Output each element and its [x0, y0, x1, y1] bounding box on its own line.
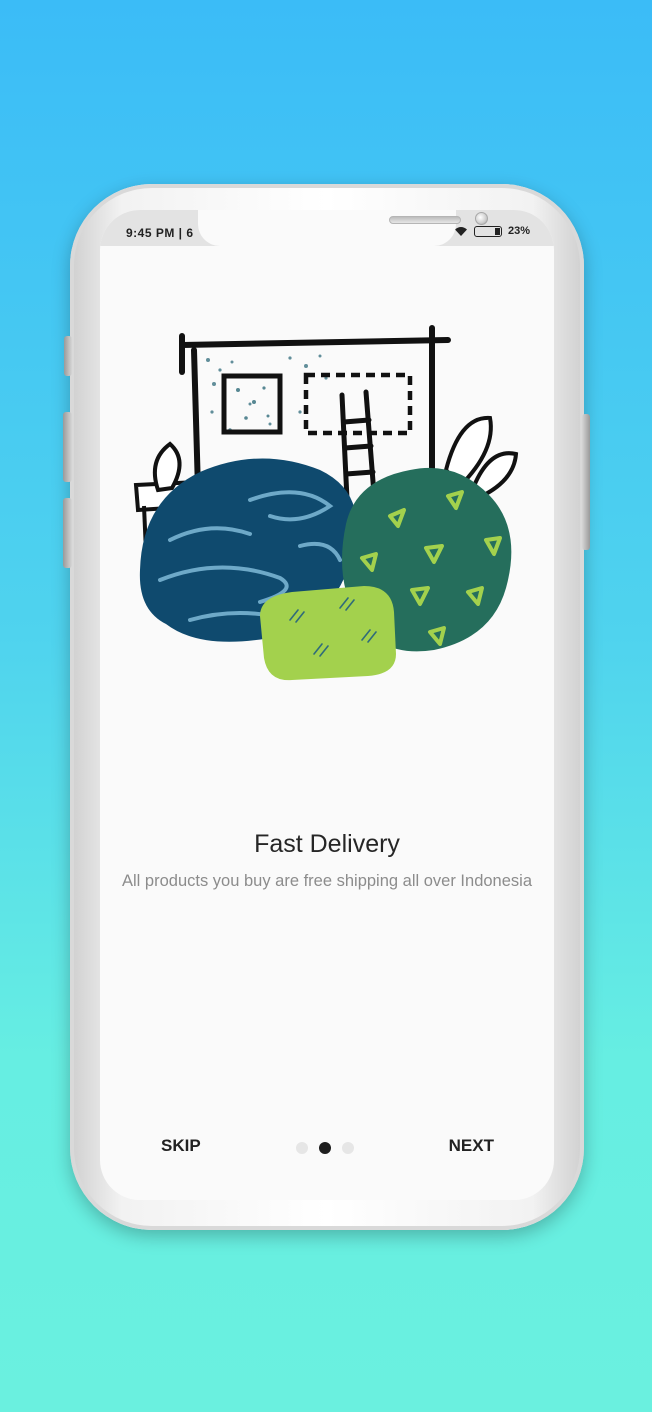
onboarding-title: Fast Delivery	[254, 830, 400, 858]
status-icons: 23%	[454, 225, 530, 237]
next-button[interactable]: NEXT	[449, 1136, 494, 1156]
onboarding-subtitle: All products you buy are free shipping a…	[122, 872, 532, 890]
front-camera	[475, 212, 488, 225]
page-dot-1[interactable]	[296, 1142, 308, 1154]
battery-icon	[473, 225, 502, 237]
status-time: 9:45 PM | 6	[126, 226, 194, 240]
page-dot-3[interactable]	[342, 1142, 354, 1154]
speaker-grille	[389, 216, 461, 224]
volume-down-button	[63, 498, 72, 568]
phone-screen: 9:45 PM | 6 23% Fast Delivery All produc…	[100, 210, 554, 1200]
page-dot-2-active[interactable]	[319, 1142, 331, 1154]
power-button	[582, 414, 590, 550]
page-indicator	[296, 1142, 354, 1154]
notch	[198, 210, 488, 246]
delivery-illustration	[133, 325, 519, 681]
volume-up-button	[63, 412, 72, 482]
battery-percent: 23%	[507, 225, 530, 237]
onboarding-nav-bar: SKIP NEXT	[100, 1132, 554, 1162]
skip-button[interactable]: SKIP	[161, 1136, 201, 1156]
wifi-icon	[454, 226, 467, 236]
mute-switch	[64, 336, 72, 376]
